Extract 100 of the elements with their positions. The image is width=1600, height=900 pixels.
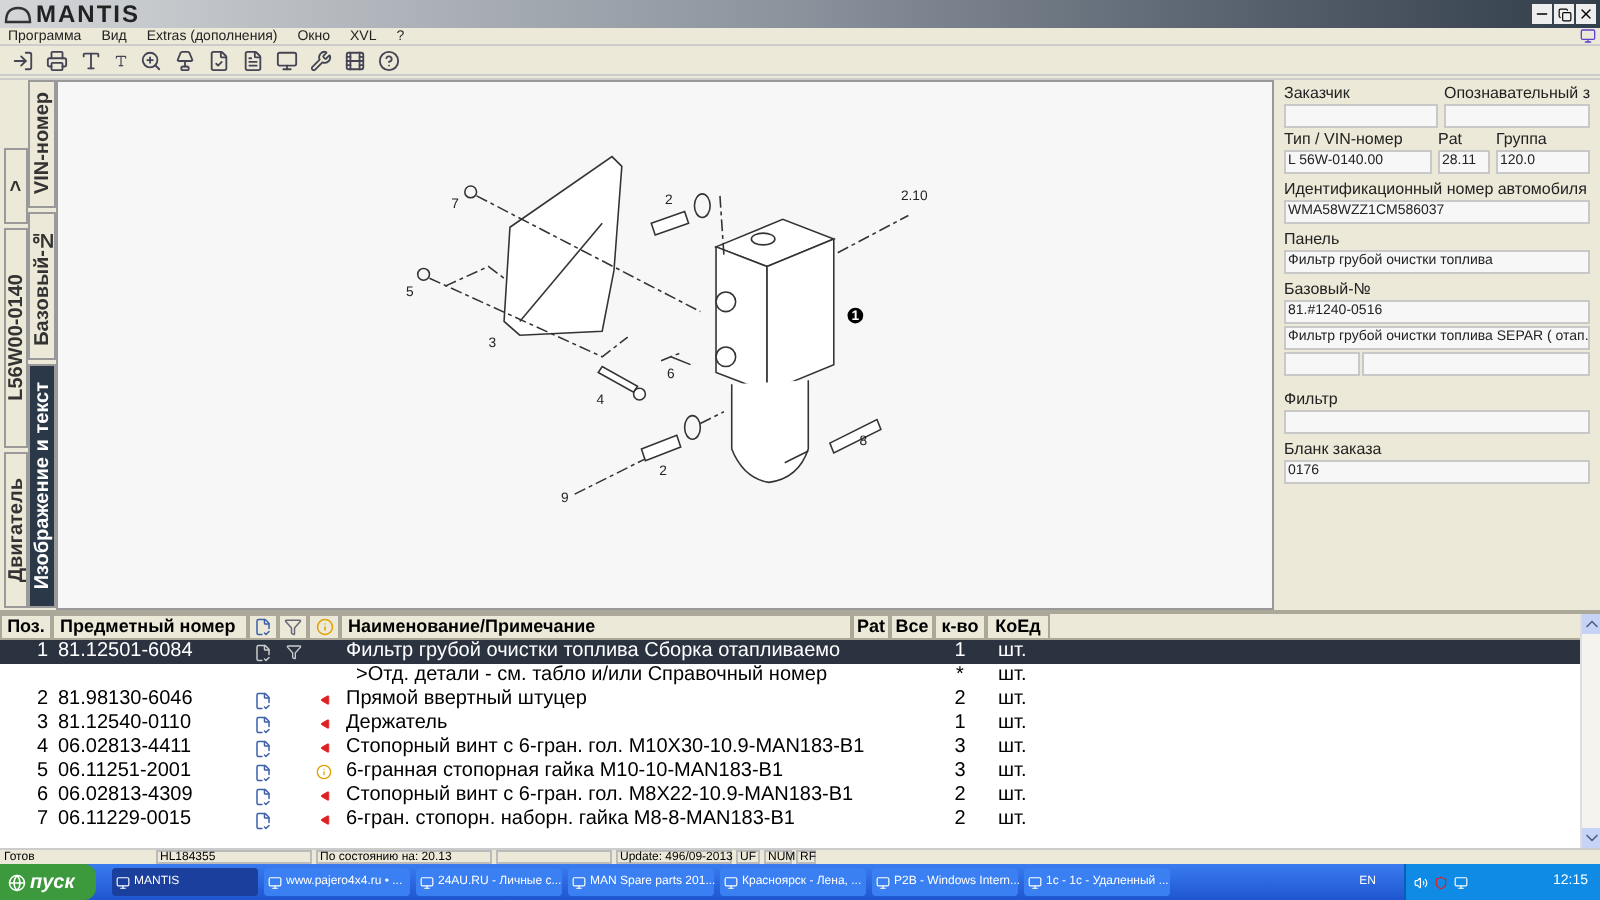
field-label: Опознавательный з (1443, 84, 1590, 104)
field-label: Панель (1284, 230, 1342, 250)
table-row[interactable]: >Отд. детали - см. табло и/или Справочный номер * шт. (0, 664, 1580, 688)
position-cell: 3 (36, 712, 48, 736)
table-row[interactable]: 6 06.02813-4309 Стопорный винт с 6-гран. гол. M8X22-10.9-MAN183-B1 2 шт. (0, 784, 1580, 808)
checked-document-icon (254, 739, 272, 757)
text-field[interactable] (1362, 352, 1590, 376)
side-tab[interactable]: VIN-номер (28, 80, 56, 208)
wrench-button[interactable] (310, 49, 332, 71)
side-tab[interactable]: Изображение и текст (28, 364, 56, 608)
table-row[interactable]: 1 81.12501-6084 Фильтр грубой очистки топлива Сборка отапливаемо 1 шт. (0, 640, 1580, 664)
description-cell: >Отд. детали - см. табло и/или Справочный номер (356, 664, 828, 688)
unit-cell: шт. (998, 760, 1027, 784)
position-cell: 5 (36, 760, 48, 784)
info-icon (316, 764, 332, 780)
part-number-cell: 81.12540-0110 (58, 712, 192, 736)
scroll-up-icon[interactable] (1582, 614, 1600, 634)
arrow-icon (318, 719, 330, 729)
description-cell: Держатель (346, 712, 448, 736)
checked-document-button[interactable] (208, 49, 230, 71)
quantity-cell: 3 (954, 736, 966, 760)
window-icon[interactable] (572, 875, 586, 889)
column-header[interactable]: Поз. (0, 614, 52, 640)
window-icon[interactable] (268, 875, 282, 889)
checked-document-icon (254, 787, 272, 805)
arrow-icon (318, 695, 330, 705)
small-font-button[interactable] (114, 53, 128, 67)
checked-document-icon (254, 811, 272, 829)
filter-icon[interactable] (284, 618, 302, 636)
side-tab[interactable]: > (4, 148, 28, 224)
unit-cell: шт. (998, 808, 1027, 832)
text-field[interactable] (1284, 410, 1590, 434)
quantity-cell: 2 (954, 808, 966, 832)
description-cell: Прямой ввертный штуцер (346, 688, 587, 712)
quantity-cell: 2 (954, 688, 966, 712)
column-header[interactable]: КоЕд (986, 614, 1050, 640)
part-number-cell: 06.02813-4309 (58, 784, 193, 808)
side-tab[interactable]: L56W00-0140 (4, 228, 28, 448)
position-cell: 7 (36, 808, 48, 832)
arrow-icon (318, 743, 330, 753)
text-field[interactable] (1443, 104, 1590, 128)
exit-button[interactable] (12, 49, 34, 71)
field-label: Pat (1438, 130, 1465, 150)
table-row[interactable]: 3 81.12540-0110 Держатель 1 шт. (0, 712, 1580, 736)
field-label: Идентификационный номер автомобиля (1284, 180, 1589, 200)
unit-cell: шт. (998, 664, 1027, 688)
checked-document-icon (254, 715, 272, 733)
unit-cell: шт. (998, 712, 1027, 736)
table-row[interactable]: 2 81.98130-6046 Прямой ввертный штуцер 2 шт. (0, 688, 1580, 712)
part-number-cell: 81.98130-6046 (58, 688, 193, 712)
quantity-cell: 2 (954, 784, 966, 808)
window-icon[interactable] (1028, 875, 1042, 889)
table-row[interactable]: 4 06.02813-4411 Стопорный винт с 6-гран. гол. M10X30-10.9-MAN183-B1 3 шт. (0, 736, 1580, 760)
speaker-icon[interactable] (1414, 875, 1428, 889)
monitor-icon[interactable] (1454, 875, 1468, 889)
monitor-icon[interactable] (1580, 28, 1596, 44)
position-cell: 2 (36, 688, 48, 712)
field-label: Заказчик (1284, 84, 1352, 104)
text-field[interactable] (1284, 352, 1360, 376)
scroll-down-icon[interactable] (1582, 828, 1600, 848)
unit-cell: шт. (998, 736, 1027, 760)
field-label: Бланк заказа (1284, 440, 1384, 460)
column-header[interactable]: к-во (934, 614, 986, 640)
column-header[interactable]: Наименование/Примечание (340, 614, 852, 640)
position-cell: 4 (36, 736, 48, 760)
scrollbar[interactable] (1580, 614, 1600, 848)
windows-logo-icon[interactable] (8, 873, 26, 891)
unit-cell: шт. (998, 784, 1027, 808)
text-field[interactable] (1284, 104, 1438, 128)
column-header[interactable]: Предметный номер (52, 614, 248, 640)
quantity-cell: 3 (954, 760, 966, 784)
field-label: Группа (1496, 130, 1549, 150)
position-cell: 1 (36, 640, 48, 664)
start-button[interactable]: пуск (0, 864, 96, 900)
description-cell: 6-гран. стопорн. наборн. гайка M8-8-MAN183-B1 (346, 808, 795, 832)
window-icon[interactable] (876, 875, 890, 889)
column-header[interactable]: Pat (852, 614, 890, 640)
side-tab[interactable]: Базовый-№ (28, 212, 56, 360)
zoom-in-button[interactable] (140, 49, 162, 71)
large-font-button[interactable] (80, 49, 102, 71)
checked-document-icon[interactable] (254, 618, 272, 636)
document-button[interactable] (242, 49, 264, 71)
monitor-button[interactable] (276, 49, 298, 71)
window-icon[interactable] (420, 875, 434, 889)
checked-document-icon (254, 691, 272, 709)
window-title: MANTIS (36, 2, 140, 26)
column-header[interactable]: Все (890, 614, 934, 640)
side-tab[interactable]: Двигатель (4, 452, 28, 608)
film-button[interactable] (344, 49, 366, 71)
lamp-button[interactable] (174, 49, 196, 71)
window-icon[interactable] (116, 875, 130, 889)
arrow-icon (318, 791, 330, 801)
description-cell: Фильтр грубой очистки топлива Сборка отапливаемо (346, 640, 841, 664)
printer-button[interactable] (46, 49, 68, 71)
window-icon[interactable] (724, 875, 738, 889)
table-row[interactable]: 7 06.11229-0015 6-гран. стопорн. наборн. гайка M8-8-MAN183-B1 2 шт. (0, 808, 1580, 832)
table-row[interactable]: 5 06.11251-2001 6-гранная стопорная гайка M10-10-MAN183-B1 3 шт. (0, 760, 1580, 784)
unit-cell: шт. (998, 688, 1027, 712)
help-button[interactable] (378, 49, 400, 71)
part-number-cell: 06.02813-4411 (58, 736, 192, 760)
